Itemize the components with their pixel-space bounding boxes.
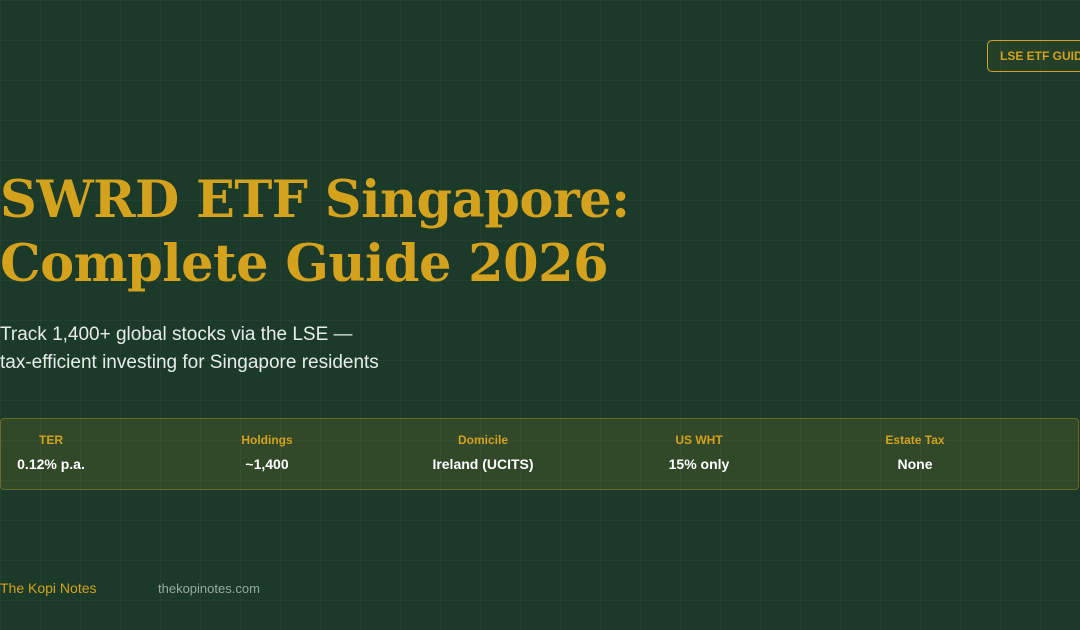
stat-label: Holdings <box>241 433 293 447</box>
site-url: thekopinotes.com <box>158 581 260 596</box>
subtitle-line-2: tax-efficient investing for Singapore re… <box>0 352 379 373</box>
stat-label: Estate Tax <box>885 433 945 447</box>
key-stats-panel: TER 0.12% p.a. Holdings ~1,400 Domicile … <box>0 418 1079 490</box>
stat-value: 0.12% p.a. <box>17 456 85 472</box>
stat-value: None <box>897 456 933 472</box>
stat-value: ~1,400 <box>245 456 289 472</box>
page-title: SWRD ETF Singapore: Complete Guide 2026 <box>0 168 760 296</box>
subtitle: Track 1,400+ global stocks via the LSE —… <box>0 321 700 377</box>
stat-label: Domicile <box>457 433 508 447</box>
brand-name: The Kopi Notes <box>0 580 97 596</box>
category-badge: LSE ETF GUIDE <box>987 40 1080 72</box>
stat-label: TER <box>39 433 63 447</box>
stat-label: US WHT <box>675 433 723 447</box>
stat-value: 15% only <box>668 456 730 472</box>
subtitle-line-1: Track 1,400+ global stocks via the LSE — <box>0 324 353 345</box>
title-line-2: Complete Guide 2026 <box>0 234 609 294</box>
title-line-1: SWRD ETF Singapore: <box>0 170 630 230</box>
stat-value: Ireland (UCITS) <box>432 456 534 472</box>
